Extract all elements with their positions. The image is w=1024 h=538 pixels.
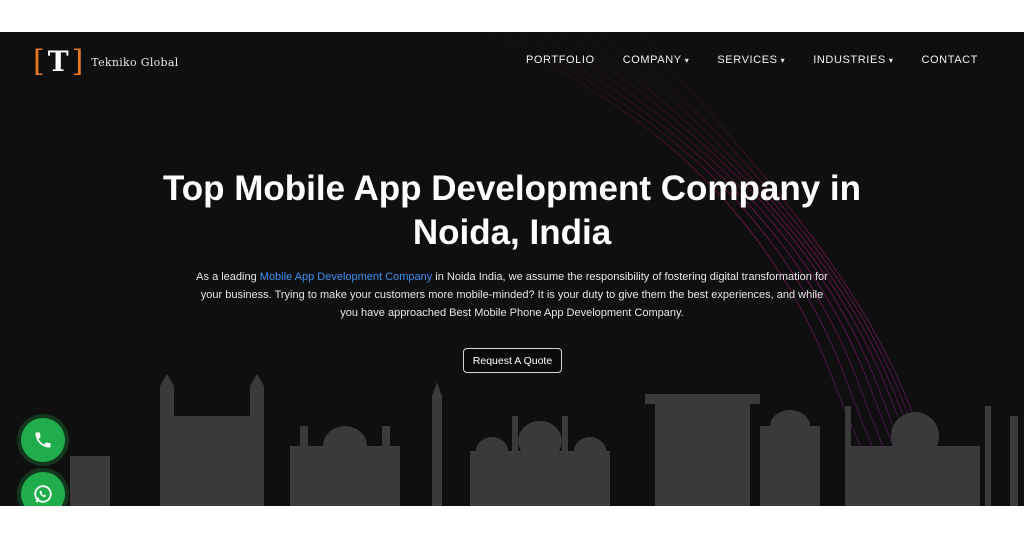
brand-mark: [T]: [33, 44, 84, 79]
main-nav: PORTFOLIO COMPANY ▾ SERVICES ▾ INDUSTRIES ▾…: [498, 54, 978, 66]
nav-services[interactable]: SERVICES ▾: [717, 54, 785, 66]
hero-section: [T] Tekniko Global PORTFOLIO COMPANY ▾ SE…: [0, 32, 1024, 506]
nav-company[interactable]: COMPANY ▾: [623, 54, 690, 66]
phone-icon: [35, 432, 51, 448]
brand-logo[interactable]: [T] Tekniko Global: [33, 44, 179, 79]
chevron-down-icon: ▾: [888, 55, 894, 65]
service-link[interactable]: Mobile App Development Company: [260, 271, 432, 283]
nav-portfolio[interactable]: PORTFOLIO: [526, 54, 595, 66]
brand-name: Tekniko Global: [91, 55, 179, 69]
nav-industries[interactable]: INDUSTRIES ▾: [813, 54, 893, 66]
page-title: Top Mobile App Development Company in No…: [162, 169, 862, 252]
call-button[interactable]: [21, 418, 65, 462]
nav-contact[interactable]: CONTACT: [921, 54, 978, 66]
hero-description: As a leading Mobile App Development Comp…: [196, 271, 828, 319]
chevron-down-icon: ▾: [684, 55, 690, 65]
city-skyline-illustration: [70, 374, 1018, 506]
chevron-down-icon: ▾: [780, 55, 786, 65]
whatsapp-icon: [34, 485, 52, 503]
